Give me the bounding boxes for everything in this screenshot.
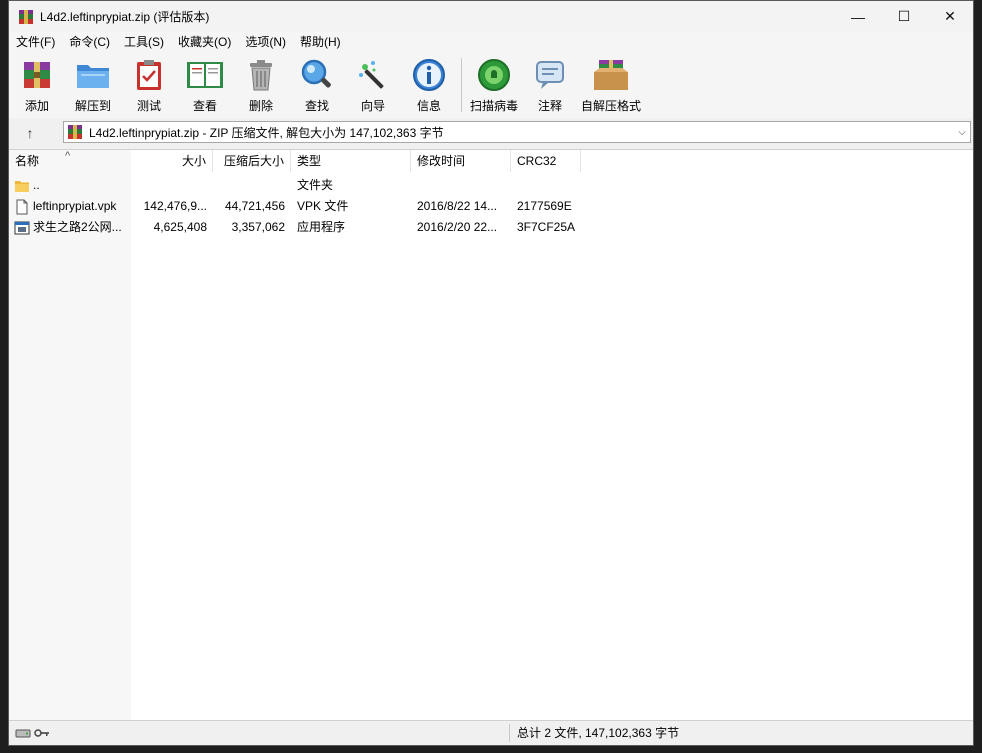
address-field[interactable]: L4d2.leftinprypiat.zip - ZIP 压缩文件, 解包大小为… <box>63 121 971 143</box>
sort-ascending-icon: ^ <box>65 150 71 162</box>
row-name: .. <box>33 178 40 192</box>
add-archive-icon <box>17 57 57 93</box>
maximize-button[interactable]: ☐ <box>881 1 927 32</box>
column-name-label: 名称 <box>15 154 40 168</box>
add-label: 添加 <box>24 99 49 113</box>
table-row[interactable]: leftinprypiat.vpk 142,476,9... 44,721,45… <box>9 196 973 217</box>
row-modified: 2016/2/20 22... <box>417 220 498 234</box>
column-header-packed[interactable]: 压缩后大小 <box>213 150 291 172</box>
extract-to-folder-icon <box>73 57 113 93</box>
row-packed <box>213 175 291 196</box>
delete-button[interactable]: 删除 <box>233 52 289 114</box>
file-list[interactable]: 名称 ^ 大小 压缩后大小 类型 修改时间 CRC32 .. 文件夹 lefti… <box>9 149 973 721</box>
delete-label: 删除 <box>248 99 273 113</box>
extract-to-label: 解压到 <box>74 99 111 113</box>
menu-help[interactable]: 帮助(H) <box>293 32 348 52</box>
column-header-type[interactable]: 类型 <box>291 150 411 172</box>
row-name-cell: leftinprypiat.vpk <box>9 196 131 217</box>
row-size: 142,476,9... <box>143 199 207 213</box>
zip-archive-icon <box>67 124 83 140</box>
comment-icon <box>530 57 570 93</box>
row-type: VPK 文件 <box>297 199 349 213</box>
row-crc <box>511 175 581 196</box>
status-bar: 总计 2 文件, 147,102,363 字节 <box>9 720 973 745</box>
key-icon[interactable] <box>34 727 50 742</box>
list-header: 名称 ^ 大小 压缩后大小 类型 修改时间 CRC32 <box>9 150 973 172</box>
toolbar: 添加 解压到 测试 查看 删除 查找 向导 信息 扫描病毒 注释 自解压格式 <box>9 52 973 118</box>
menu-tools[interactable]: 工具(S) <box>117 32 171 52</box>
menu-bar: 文件(F) 命令(C) 工具(S) 收藏夹(O) 选项(N) 帮助(H) <box>9 32 973 52</box>
toolbar-separator <box>461 58 462 112</box>
virus-scan-icon <box>474 57 514 93</box>
minimize-button[interactable]: — <box>835 1 881 32</box>
table-row[interactable]: 求生之路2公网... 4,625,408 3,357,062 应用程序 2016… <box>9 217 973 238</box>
menu-commands[interactable]: 命令(C) <box>62 32 117 52</box>
info-label: 信息 <box>416 99 441 113</box>
magnifier-icon <box>297 57 337 93</box>
find-button[interactable]: 查找 <box>289 52 345 114</box>
table-row[interactable]: .. 文件夹 <box>9 175 973 196</box>
winrar-window: L4d2.leftinprypiat.zip (评估版本) — ☐ ✕ 文件(F… <box>8 0 974 746</box>
status-summary: 总计 2 文件, 147,102,363 字节 <box>517 726 680 740</box>
wizard-button[interactable]: 向导 <box>345 52 401 114</box>
view-book-icon <box>185 57 225 93</box>
test-label: 测试 <box>136 99 161 113</box>
winrar-app-icon <box>18 9 34 25</box>
column-header-size[interactable]: 大小 <box>131 150 213 172</box>
comment-button[interactable]: 注释 <box>522 52 578 114</box>
trash-icon <box>241 57 281 93</box>
sfx-button[interactable]: 自解压格式 <box>578 52 644 114</box>
virus-scan-button[interactable]: 扫描病毒 <box>466 52 522 114</box>
info-button[interactable]: 信息 <box>401 52 457 114</box>
row-crc: 2177569E <box>517 199 572 213</box>
find-label: 查找 <box>304 99 329 113</box>
row-packed: 3,357,062 <box>231 220 285 234</box>
test-button[interactable]: 测试 <box>121 52 177 114</box>
info-icon <box>409 57 449 93</box>
row-packed: 44,721,456 <box>224 199 285 213</box>
row-modified: 2016/8/22 14... <box>417 199 498 213</box>
row-modified <box>411 175 511 196</box>
file-icon <box>14 199 30 215</box>
up-folder-button[interactable]: ↑ <box>15 121 45 145</box>
row-size: 4,625,408 <box>153 220 207 234</box>
wizard-wand-icon <box>353 57 393 93</box>
row-crc: 3F7CF25A <box>517 220 576 234</box>
wizard-label: 向导 <box>360 99 385 113</box>
row-type: 应用程序 <box>297 220 346 234</box>
column-header-name[interactable]: 名称 ^ <box>9 150 131 172</box>
row-size <box>131 175 213 196</box>
address-text: L4d2.leftinprypiat.zip - ZIP 压缩文件, 解包大小为… <box>89 125 444 140</box>
chevron-down-icon[interactable]: ⌵ <box>954 127 970 138</box>
view-button[interactable]: 查看 <box>177 52 233 114</box>
view-label: 查看 <box>192 99 217 113</box>
address-bar: ↑ L4d2.leftinprypiat.zip - ZIP 压缩文件, 解包大… <box>9 118 973 148</box>
column-header-modified[interactable]: 修改时间 <box>411 150 511 172</box>
menu-favorites[interactable]: 收藏夹(O) <box>171 32 238 52</box>
window-title: L4d2.leftinprypiat.zip (评估版本) <box>40 10 210 24</box>
sfx-box-icon <box>591 57 631 93</box>
row-name-cell: 求生之路2公网... <box>9 217 131 238</box>
test-clipboard-icon <box>129 57 169 93</box>
status-separator <box>509 724 510 742</box>
row-name: leftinprypiat.vpk <box>33 199 117 213</box>
close-button[interactable]: ✕ <box>927 1 973 32</box>
column-header-crc[interactable]: CRC32 <box>511 150 581 172</box>
application-icon <box>14 220 30 236</box>
menu-file[interactable]: 文件(F) <box>9 32 62 52</box>
menu-options[interactable]: 选项(N) <box>238 32 293 52</box>
virus-scan-label: 扫描病毒 <box>469 99 518 113</box>
comment-label: 注释 <box>537 99 562 113</box>
row-type: 文件夹 <box>297 178 334 192</box>
add-button[interactable]: 添加 <box>9 52 65 114</box>
drive-icon[interactable] <box>15 727 31 742</box>
sfx-label: 自解压格式 <box>580 99 641 113</box>
folder-icon <box>14 178 30 194</box>
status-icons <box>15 727 50 742</box>
row-name-cell: .. <box>9 175 131 196</box>
extract-to-button[interactable]: 解压到 <box>65 52 121 114</box>
row-name: 求生之路2公网... <box>33 220 122 234</box>
title-bar[interactable]: L4d2.leftinprypiat.zip (评估版本) — ☐ ✕ <box>9 1 973 32</box>
